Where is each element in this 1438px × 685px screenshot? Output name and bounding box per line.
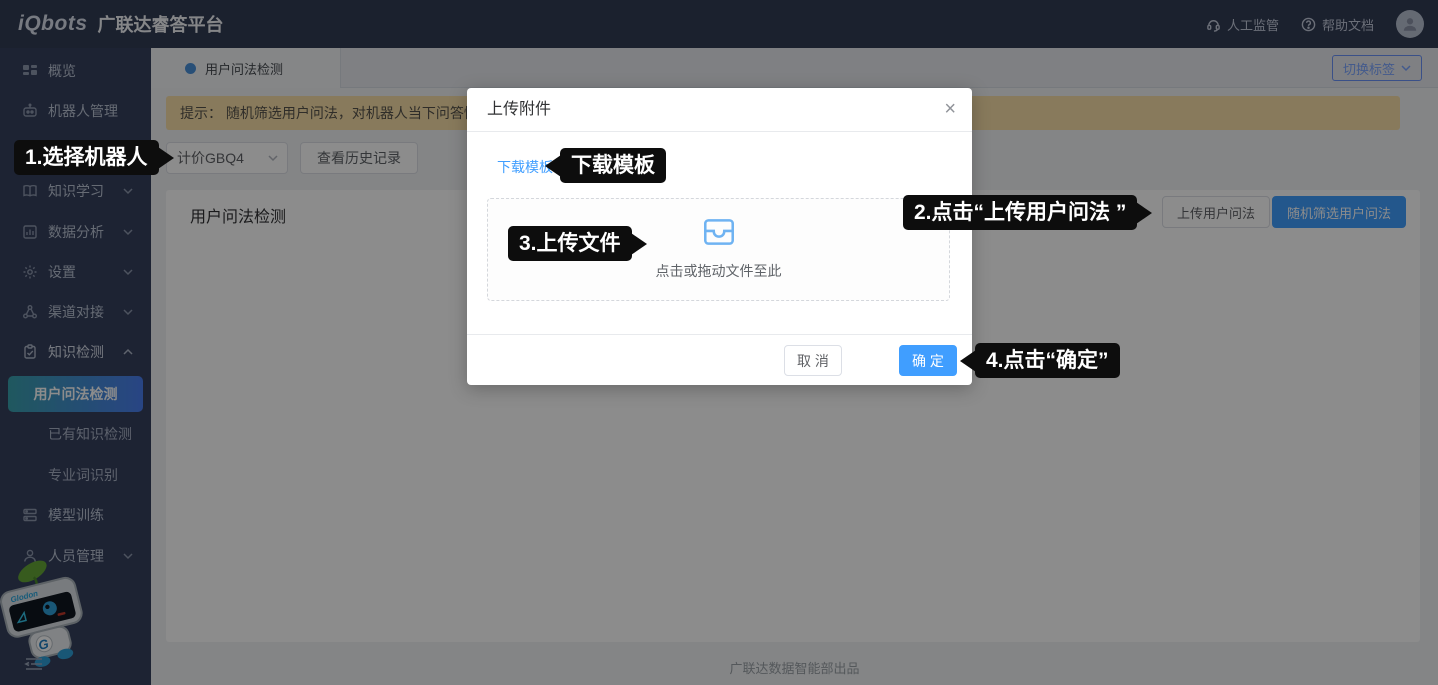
annotation-step3: 3.上传文件 xyxy=(508,226,632,261)
annotation-step4-text: 4.点击“确定” xyxy=(986,349,1109,372)
callout-arrow-right xyxy=(158,147,174,169)
modal-footer: 取 消 确 定 xyxy=(467,334,972,385)
annotation-step1: 1.选择机器人 xyxy=(14,140,159,175)
app-root: iQbots 广联达睿答平台 人工监管 帮助文档 xyxy=(0,0,1438,685)
annotation-download-text: 下载模板 xyxy=(571,154,655,177)
annotation-step1-text: 1.选择机器人 xyxy=(25,146,148,169)
callout-arrow-right xyxy=(631,233,647,255)
annotation-step3-text: 3.上传文件 xyxy=(519,232,621,255)
close-icon[interactable]: × xyxy=(944,98,956,120)
annotation-download-template: 下载模板 xyxy=(560,148,666,183)
callout-arrow-right xyxy=(1136,202,1152,224)
annotation-step2: 2.点击“上传用户问法 ” xyxy=(903,195,1137,230)
dropzone-hint: 点击或拖动文件至此 xyxy=(488,261,949,281)
callout-arrow-left xyxy=(545,155,561,177)
confirm-button[interactable]: 确 定 xyxy=(899,345,957,376)
annotation-step2-text: 2.点击“上传用户问法 ” xyxy=(914,201,1126,224)
cancel-button[interactable]: 取 消 xyxy=(784,345,842,376)
modal-title: 上传附件 xyxy=(467,88,972,132)
callout-arrow-left xyxy=(960,350,976,372)
upload-inbox-icon xyxy=(700,213,738,251)
annotation-step4: 4.点击“确定” xyxy=(975,343,1120,378)
